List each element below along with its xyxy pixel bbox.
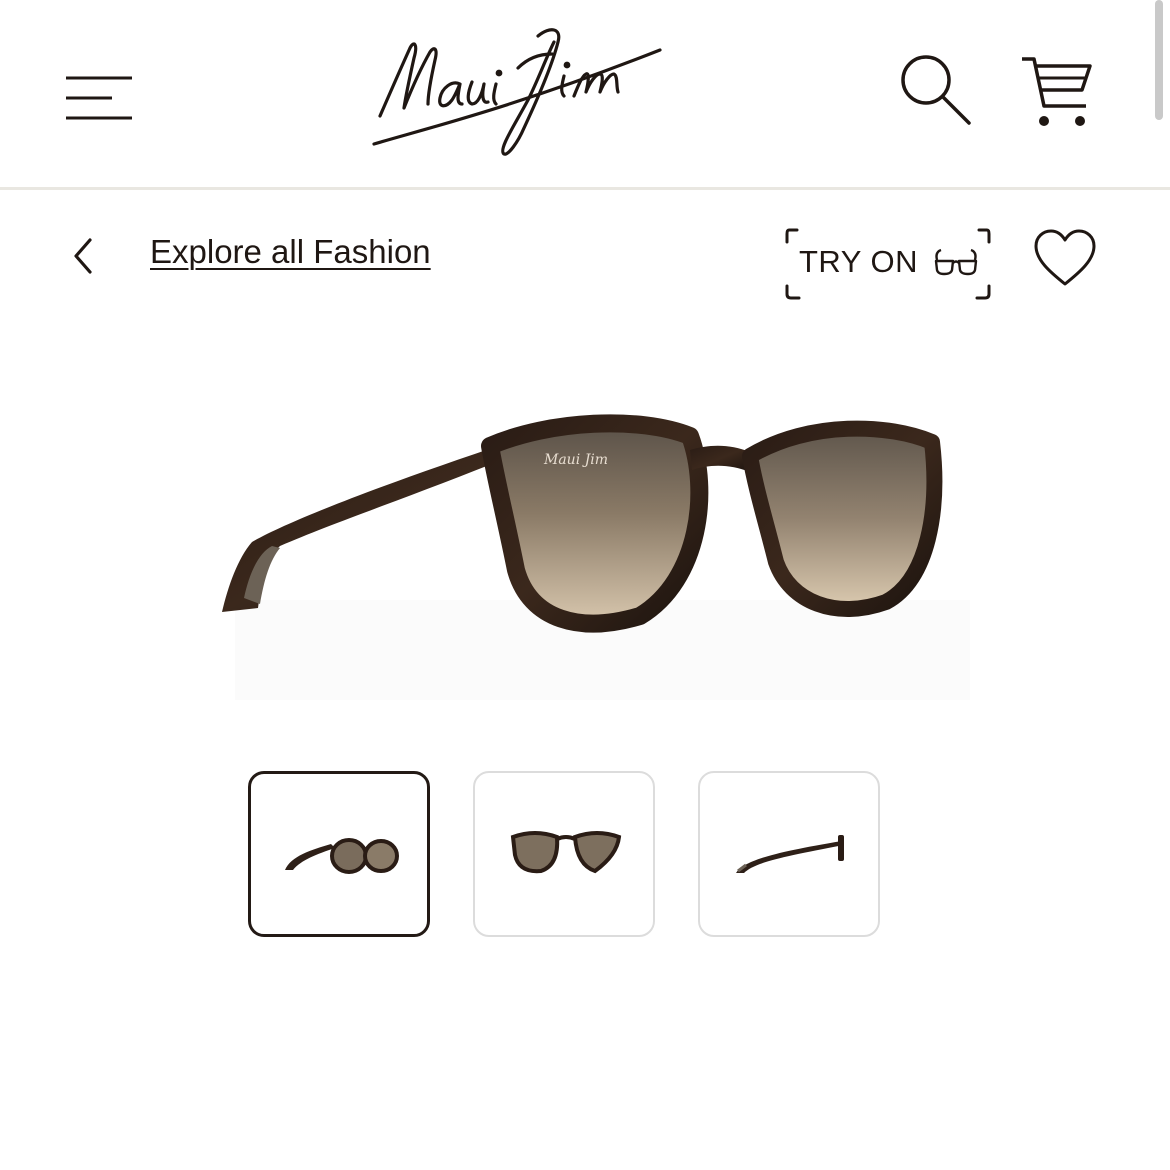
maui-jim-logo[interactable] [368,18,668,168]
try-on-button[interactable]: TRY ON [785,228,991,300]
svg-text:Maui Jim: Maui Jim [543,452,608,468]
product-main-image: Maui Jim [210,390,1095,710]
heart-icon[interactable] [1032,228,1098,288]
thumbnail-side[interactable] [698,771,880,937]
hamburger-menu-icon[interactable] [64,75,134,123]
site-header [0,0,1170,190]
scrollbar[interactable] [1155,0,1163,120]
thumbnail-front[interactable] [473,771,655,937]
search-icon[interactable] [896,52,976,130]
chevron-left-icon[interactable] [66,234,104,278]
cart-icon[interactable] [1018,52,1096,130]
explore-all-fashion-link[interactable]: Explore all Fashion [150,233,431,271]
thumbnail-angled[interactable] [248,771,430,937]
product-page: Explore all Fashion TRY ON Maui Jim [0,0,1170,1170]
glasses-icon [934,248,978,276]
try-on-label: TRY ON [799,244,918,279]
